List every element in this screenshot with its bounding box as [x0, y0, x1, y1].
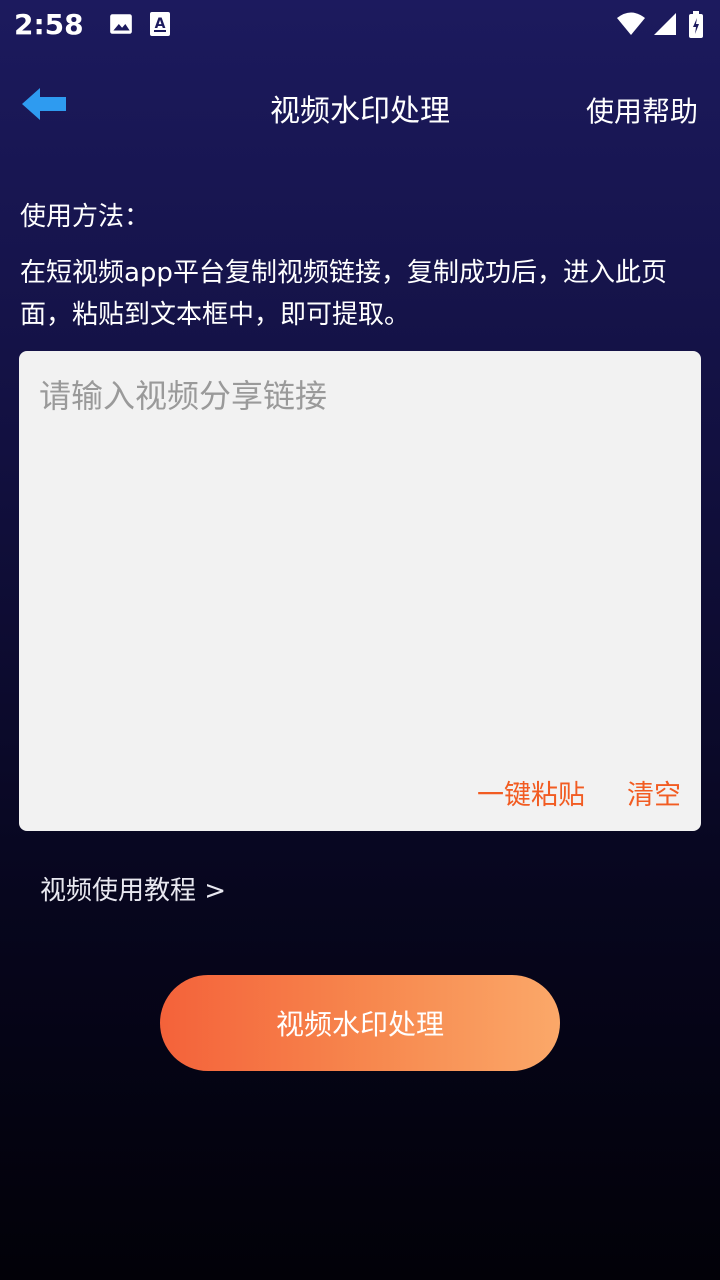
help-link[interactable]: 使用帮助	[586, 90, 698, 130]
clear-button[interactable]: 清空	[627, 773, 681, 812]
wifi-icon	[616, 11, 645, 37]
signal-icon	[652, 11, 678, 37]
header: 视频水印处理 使用帮助	[0, 70, 720, 140]
status-bar: 2:58 A	[0, 0, 720, 48]
link-input-card: 一键粘贴 清空	[19, 351, 701, 831]
tutorial-link[interactable]: 视频使用教程 >	[40, 870, 226, 907]
status-time: 2:58	[14, 7, 84, 41]
svg-text:A: A	[154, 16, 165, 32]
usage-description: 在短视频app平台复制视频链接，复制成功后，进入此页面，粘贴到文本框中，即可提取…	[20, 258, 667, 330]
link-input[interactable]	[39, 371, 679, 751]
usage-label: 使用方法：	[20, 202, 151, 232]
process-button-label: 视频水印处理	[275, 1008, 444, 1041]
font-download-icon: A	[148, 11, 174, 37]
image-icon	[108, 11, 134, 37]
status-icons-left: A	[108, 11, 174, 37]
status-icons-right	[616, 11, 706, 38]
process-button[interactable]: 视频水印处理	[160, 975, 560, 1071]
battery-icon	[688, 11, 706, 38]
paste-button[interactable]: 一键粘贴	[477, 773, 585, 812]
